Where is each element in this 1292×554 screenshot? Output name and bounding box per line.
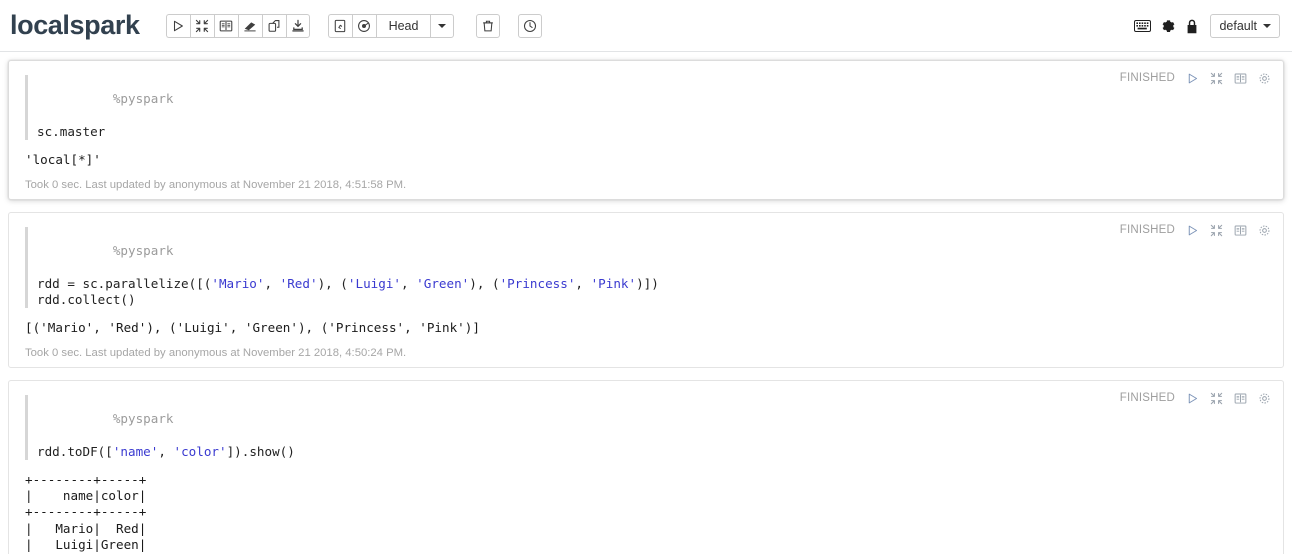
interpreter-magic: %pyspark (113, 243, 174, 258)
paragraph-editor[interactable]: %pyspark rdd = sc.parallelize([('Mario',… (25, 227, 1267, 308)
book-icon (219, 19, 233, 33)
collapse-icon (195, 19, 209, 33)
clone-note-button[interactable] (262, 14, 286, 38)
code-token: 'color' (174, 444, 227, 459)
code-token: 'Pink' (591, 276, 637, 291)
code-token: 'Green' (416, 276, 469, 291)
target-icon (357, 19, 371, 33)
code-token: rdd = sc.parallelize([( (37, 276, 211, 291)
paragraph-footer: Took 0 sec. Last updated by anonymous at… (25, 336, 1267, 361)
paragraph-editor[interactable]: %pyspark rdd.toDF(['name', 'color']).sho… (25, 395, 1267, 460)
interpreter-magic-line[interactable]: %pyspark (37, 75, 1267, 124)
interpreter-magic: %pyspark (113, 91, 174, 106)
run-paragraph-icon[interactable] (1186, 392, 1199, 405)
status-badge: FINISHED (1120, 72, 1175, 84)
code-token: 'Red' (280, 276, 318, 291)
interpreter-magic-line[interactable]: %pyspark (37, 395, 1267, 444)
clock-icon (523, 19, 537, 33)
code-token: , (264, 276, 279, 291)
status-badge: FINISHED (1120, 392, 1175, 404)
toggle-all-paragraphs-button[interactable] (190, 14, 214, 38)
trash-icon (481, 19, 495, 33)
revision-dropdown-button[interactable] (430, 14, 454, 38)
code-token: rdd.collect() (37, 292, 136, 307)
note-settings-icon[interactable] (1161, 19, 1176, 34)
code-token: ), ( (469, 276, 499, 291)
cron-scheduler-button[interactable] (518, 14, 542, 38)
hide-output-icon[interactable] (1234, 72, 1247, 85)
notebook-paragraph-list: FINISHED %pyspark sc.master 'local[*]' T… (0, 52, 1292, 554)
chevron-down-icon (438, 24, 446, 28)
toggle-all-output-button[interactable] (214, 14, 238, 38)
run-paragraph-icon[interactable] (1186, 72, 1199, 85)
code-line[interactable]: rdd = sc.parallelize([('Mario', 'Red'), … (37, 276, 1267, 292)
eraser-icon (243, 19, 257, 33)
play-icon (171, 19, 185, 33)
paragraph-status-bar: FINISHED (1120, 389, 1271, 407)
code-line[interactable]: sc.master (37, 124, 1267, 140)
commit-note-button[interactable] (328, 14, 352, 38)
paragraph-footer: Took 0 sec. Last updated by anonymous at… (25, 168, 1267, 193)
revision-label-button[interactable]: Head (376, 14, 431, 38)
paragraph-output: +--------+-----+ | name|color| +--------… (25, 472, 1267, 554)
export-note-button[interactable] (286, 14, 310, 38)
code-token: , (158, 444, 173, 459)
code-token: ]).show() (227, 444, 295, 459)
version-control-button[interactable] (352, 14, 376, 38)
note-permissions-lock-icon[interactable] (1186, 19, 1198, 34)
status-badge: FINISHED (1120, 224, 1175, 236)
code-token: )]) (636, 276, 659, 291)
interpreter-magic: %pyspark (113, 411, 174, 426)
commit-icon (333, 19, 347, 33)
hide-output-icon[interactable] (1234, 224, 1247, 237)
paragraph-output: 'local[*]' (25, 152, 1267, 168)
paragraph-output: [('Mario', 'Red'), ('Luigi', 'Green'), (… (25, 320, 1267, 336)
paragraph-settings-icon[interactable] (1258, 224, 1271, 237)
hide-editor-icon[interactable] (1210, 392, 1223, 405)
paragraph-settings-icon[interactable] (1258, 72, 1271, 85)
note-toolbar-right: default (1134, 0, 1280, 52)
run-all-paragraphs-button[interactable] (166, 14, 190, 38)
code-token: 'Princess' (500, 276, 576, 291)
code-token: , (575, 276, 590, 291)
code-token: 'Luigi' (348, 276, 401, 291)
run-paragraph-icon[interactable] (1186, 224, 1199, 237)
version-control-group: Head (328, 14, 455, 38)
paragraph[interactable]: FINISHED %pyspark rdd = sc.parallelize([… (8, 212, 1284, 368)
code-token: 'name' (113, 444, 159, 459)
code-token: rdd.toDF([ (37, 444, 113, 459)
remove-note-group (476, 14, 500, 38)
hide-editor-icon[interactable] (1210, 72, 1223, 85)
paragraph-editor[interactable]: %pyspark sc.master (25, 75, 1267, 140)
hide-output-icon[interactable] (1234, 392, 1247, 405)
scheduler-group (518, 14, 542, 38)
remove-note-button[interactable] (476, 14, 500, 38)
export-icon (291, 19, 305, 33)
copy-icon (267, 19, 281, 33)
code-line[interactable]: rdd.toDF(['name', 'color']).show() (37, 444, 1267, 460)
paragraph[interactable]: FINISHED %pyspark rdd.toDF(['name', 'col… (8, 380, 1284, 554)
interpreter-magic-line[interactable]: %pyspark (37, 227, 1267, 276)
code-token: 'Mario' (211, 276, 264, 291)
interpreter-binding-label: default (1219, 19, 1257, 33)
keyboard-shortcuts-icon[interactable] (1134, 20, 1151, 32)
clear-all-output-button[interactable] (238, 14, 262, 38)
interpreter-binding-dropdown[interactable]: default (1210, 14, 1280, 38)
note-toolbar: localspark Head (0, 0, 1292, 52)
chevron-down-icon (1263, 24, 1271, 28)
paragraph-settings-icon[interactable] (1258, 392, 1271, 405)
code-line[interactable]: rdd.collect() (37, 292, 1267, 308)
paragraph[interactable]: FINISHED %pyspark sc.master 'local[*]' T… (8, 60, 1284, 200)
paragraph-status-bar: FINISHED (1120, 69, 1271, 87)
code-token: , (401, 276, 416, 291)
code-token: sc.master (37, 124, 105, 139)
paragraph-status-bar: FINISHED (1120, 221, 1271, 239)
revision-label: Head (380, 15, 428, 37)
hide-editor-icon[interactable] (1210, 224, 1223, 237)
paragraph-actions-group (166, 14, 310, 38)
code-token: ), ( (318, 276, 348, 291)
note-title: localspark (10, 12, 140, 39)
